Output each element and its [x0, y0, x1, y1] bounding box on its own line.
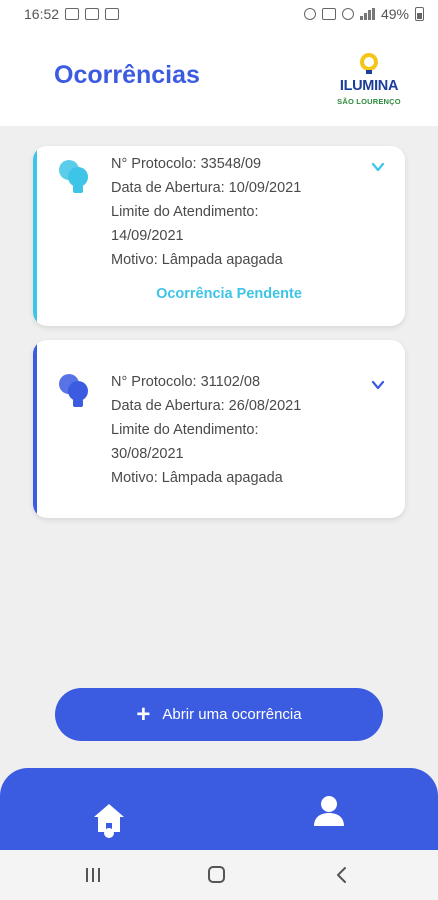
back-icon[interactable] — [334, 866, 348, 884]
ilumina-logo: ILUMINA SÃO LOURENÇO — [330, 50, 408, 110]
mute-icon — [303, 8, 316, 20]
wifi-icon — [341, 8, 354, 20]
protocol-number: N° Protocolo: 33548/09 — [111, 156, 262, 172]
page-title: Ocorrências — [54, 61, 200, 89]
opening-date: Data de Abertura: 10/09/2021 — [111, 180, 302, 196]
occurrence-reason: Motivo: Lâmpada apagada — [111, 470, 283, 486]
protocol-number: N° Protocolo: 31102/08 — [111, 374, 261, 390]
card-details: N° Protocolo: 31102/08 Data de Abertura:… — [111, 370, 365, 490]
open-occurrence-label: Abrir uma ocorrência — [162, 706, 302, 723]
open-occurrence-button[interactable]: + Abrir uma ocorrência — [55, 688, 383, 741]
app-header: Ocorrências ILUMINA SÃO LOURENÇO — [0, 28, 438, 126]
service-limit-date: 14/09/2021 — [111, 228, 184, 244]
plus-icon: + — [136, 700, 151, 728]
lightbulbs-icon — [59, 160, 88, 193]
status-bar: 16:52 49% — [0, 0, 438, 28]
status-right: 49% — [303, 6, 424, 22]
card-details: N° Protocolo: 33548/09 Data de Abertura:… — [111, 152, 365, 272]
image-notification-icon — [105, 8, 120, 20]
occurrence-card[interactable]: N° Protocolo: 31102/08 Data de Abertura:… — [33, 340, 405, 518]
alarm-icon — [321, 8, 336, 20]
chevron-down-icon[interactable] — [371, 378, 385, 392]
mail-notification-icon — [65, 8, 80, 20]
system-home-icon[interactable] — [208, 866, 225, 883]
recents-icon[interactable] — [86, 868, 100, 882]
service-limit-date: 30/08/2021 — [111, 446, 184, 462]
battery-percent: 49% — [380, 6, 409, 22]
chevron-down-icon[interactable] — [371, 160, 385, 174]
system-navigation-bar — [0, 850, 438, 900]
signal-icon — [359, 8, 375, 20]
bottom-navigation — [0, 768, 438, 850]
logo-word: ILUMINA — [339, 78, 399, 94]
laptop-notification-icon — [85, 8, 100, 20]
status-left: 16:52 — [24, 6, 120, 22]
lightbulbs-icon — [59, 374, 88, 407]
card-accent-bar — [33, 340, 37, 518]
logo-subtitle: SÃO LOURENÇO — [337, 97, 401, 106]
service-limit-label: Limite do Atendimento: — [111, 204, 259, 220]
occurrence-status: Ocorrência Pendente — [156, 286, 302, 302]
occurrence-card[interactable]: N° Protocolo: 33548/09 Data de Abertura:… — [33, 146, 405, 326]
battery-icon — [415, 7, 424, 21]
opening-date: Data de Abertura: 26/08/2021 — [111, 398, 302, 414]
user-icon[interactable] — [312, 794, 346, 828]
status-time: 16:52 — [24, 6, 60, 22]
active-indicator-dot — [104, 828, 114, 838]
logo-bulb-icon — [360, 53, 378, 74]
occurrence-reason: Motivo: Lâmpada apagada — [111, 252, 283, 268]
service-limit-label: Limite do Atendimento: — [111, 422, 259, 438]
